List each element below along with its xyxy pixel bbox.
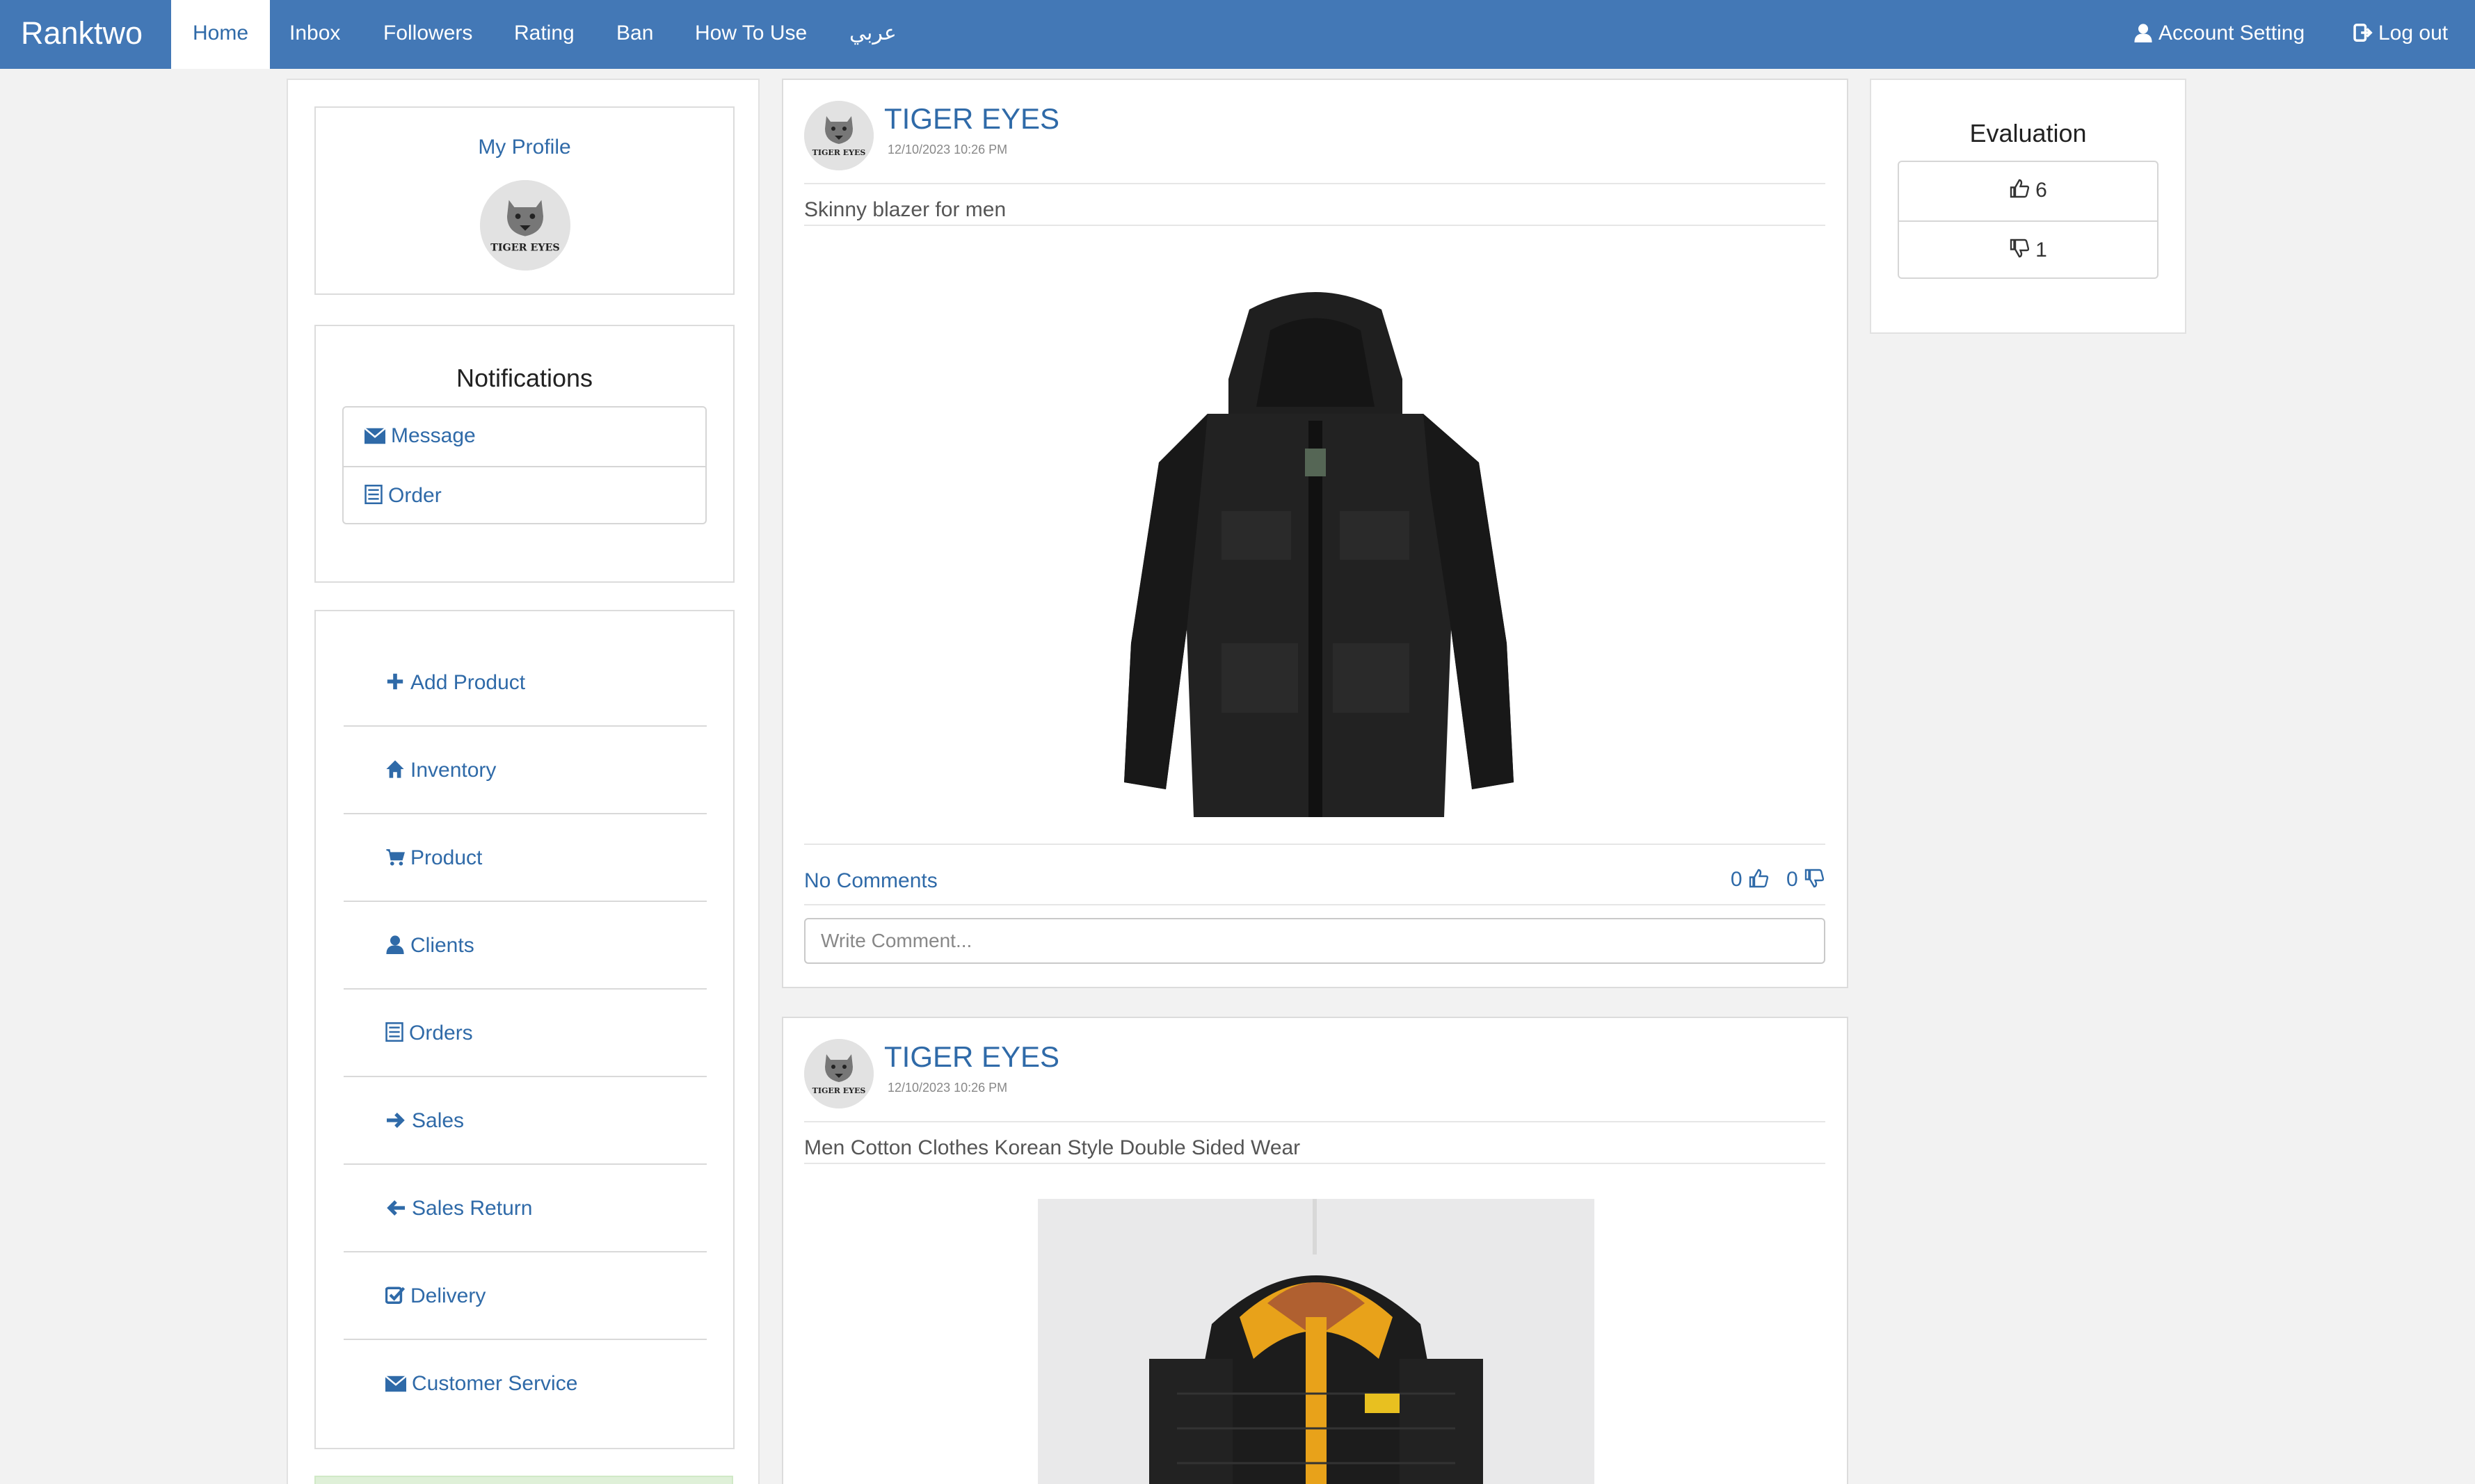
evaluation-dislikes-count: 1 (2035, 239, 2047, 261)
menu-inventory[interactable]: Inventory (344, 727, 707, 814)
post-card: TIGER EYES TIGER EYES 12/10/2023 10:26 P… (782, 1017, 1848, 1484)
evaluation-title: Evaluation (1969, 119, 2087, 147)
post-date: 12/10/2023 10:26 PM (888, 143, 1008, 156)
post-card: TIGER EYES TIGER EYES 12/10/2023 10:26 P… (782, 79, 1848, 988)
menu-delivery[interactable]: Delivery (344, 1252, 707, 1340)
actions-menu: Add Product Inventory Product Clients Or… (314, 610, 735, 1449)
post-author-avatar[interactable]: TIGER EYES (804, 1039, 874, 1108)
evaluation-likes-count: 6 (2035, 179, 2047, 202)
nav-inbox[interactable]: Inbox (289, 0, 340, 69)
user-icon (386, 935, 404, 954)
post-description: Men Cotton Clothes Korean Style Double S… (804, 1136, 1301, 1159)
left-sidebar: My Profile TIGER EYES Notifications Mess… (287, 79, 760, 1484)
my-profile-link[interactable]: My Profile (316, 136, 733, 159)
menu-sales-return[interactable]: Sales Return (344, 1165, 707, 1252)
divider (804, 183, 1825, 184)
logout-label: Log out (2378, 22, 2449, 45)
tiger-logo-icon: TIGER EYES (804, 1039, 874, 1108)
divider (804, 904, 1825, 905)
profile-card: My Profile TIGER EYES (314, 106, 735, 295)
menu-customer-service-label: Customer Service (412, 1372, 578, 1395)
menu-orders-label: Orders (409, 1022, 473, 1045)
notification-message[interactable]: Message (344, 408, 705, 465)
brand-logo[interactable]: Ranktwo (21, 0, 143, 69)
envelope-icon (385, 1375, 407, 1392)
menu-sales-return-label: Sales Return (412, 1197, 533, 1220)
menu-product[interactable]: Product (344, 814, 707, 902)
svg-text:TIGER EYES: TIGER EYES (490, 242, 560, 253)
menu-product-label: Product (410, 846, 483, 869)
list-icon (365, 485, 383, 504)
notification-message-label: Message (391, 424, 476, 447)
divider (804, 1121, 1825, 1122)
menu-add-product-label: Add Product (410, 671, 526, 694)
user-icon (2134, 24, 2152, 42)
evaluation-panel: Evaluation 6 1 (1870, 79, 2186, 334)
list-icon (385, 1022, 403, 1042)
menu-sales-label: Sales (412, 1109, 465, 1132)
home-icon (386, 760, 404, 778)
menu-delivery-label: Delivery (410, 1284, 486, 1307)
account-setting-label: Account Setting (2158, 22, 2305, 45)
evaluation-likes: 6 (1899, 162, 2157, 219)
divider (804, 844, 1825, 845)
post-author-name[interactable]: TIGER EYES (884, 102, 1059, 136)
nav-arabic[interactable]: عربي (849, 0, 897, 69)
notifications-title: Notifications (456, 364, 593, 392)
cart-icon (386, 849, 405, 866)
navbar: Ranktwo Home Inbox Followers Rating Ban … (0, 0, 2475, 69)
menu-inventory-label: Inventory (410, 759, 497, 782)
notification-order-label: Order (388, 484, 442, 507)
thumbs-up-icon (1749, 869, 1769, 888)
account-setting-link[interactable]: Account Setting (2133, 0, 2305, 69)
post-author-name[interactable]: TIGER EYES (884, 1040, 1059, 1074)
tiger-logo-icon: TIGER EYES (480, 180, 570, 271)
menu-customer-service[interactable]: Customer Service (344, 1340, 707, 1428)
svg-text:TIGER EYES: TIGER EYES (812, 148, 866, 157)
nav-rating[interactable]: Rating (514, 0, 575, 69)
post-date: 12/10/2023 10:26 PM (888, 1081, 1008, 1095)
arrow-right-icon (387, 1113, 405, 1128)
arrow-left-icon (387, 1200, 405, 1216)
product-image-jacket[interactable] (1103, 282, 1528, 831)
menu-clients[interactable]: Clients (344, 902, 707, 990)
menu-orders[interactable]: Orders (344, 990, 707, 1077)
dislike-button[interactable]: 0 (1786, 868, 1825, 891)
post-description: Skinny blazer for men (804, 198, 1007, 221)
tiger-logo-icon: TIGER EYES (804, 101, 874, 170)
plus-icon (387, 673, 403, 690)
post-votes: 0 0 (1731, 868, 1825, 892)
post-author-avatar[interactable]: TIGER EYES (804, 101, 874, 170)
like-button[interactable]: 0 (1731, 868, 1769, 891)
evaluation-list: 6 1 (1898, 161, 2158, 279)
logout-icon (2353, 24, 2373, 42)
notifications-card: Notifications Message Order (314, 325, 735, 583)
comments-link[interactable]: No Comments (804, 869, 938, 893)
thumbs-down-icon (2010, 239, 2030, 258)
svg-text:TIGER EYES: TIGER EYES (812, 1086, 866, 1095)
like-count: 0 (1730, 868, 1743, 891)
menu-sales[interactable]: Sales (344, 1077, 707, 1165)
dislike-count: 0 (1786, 868, 1798, 891)
product-image-puffer-jacket[interactable] (1038, 1199, 1594, 1484)
evaluation-dislikes: 1 (1899, 220, 2157, 277)
check-square-icon (385, 1287, 406, 1304)
thumbs-down-icon (1804, 869, 1825, 888)
logout-link[interactable]: Log out (2353, 0, 2448, 69)
profile-avatar[interactable]: TIGER EYES (480, 180, 570, 271)
nav-ban[interactable]: Ban (616, 0, 653, 69)
menu-clients-label: Clients (410, 934, 474, 957)
nav-followers[interactable]: Followers (383, 0, 472, 69)
divider (804, 225, 1825, 226)
nav-home[interactable]: Home (171, 0, 270, 69)
notification-order[interactable]: Order (344, 466, 705, 523)
nav-how-to-use[interactable]: How To Use (695, 0, 807, 69)
menu-add-product[interactable]: Add Product (344, 639, 707, 727)
envelope-icon (364, 427, 386, 444)
thumbs-up-icon (2010, 179, 2030, 198)
comment-input[interactable] (804, 918, 1825, 964)
success-bar (314, 1476, 733, 1484)
divider (804, 1163, 1825, 1164)
notifications-list: Message Order (342, 406, 707, 524)
